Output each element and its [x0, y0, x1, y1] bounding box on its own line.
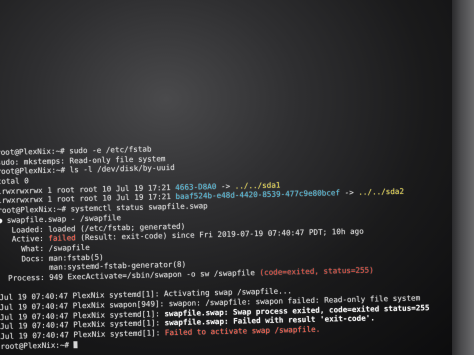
terminal-text: root@PlexNix:~#	[0, 340, 74, 351]
monitor-bezel	[452, 0, 474, 355]
terminal-cursor	[73, 340, 78, 349]
terminal-text: 4663-D8A0	[175, 181, 217, 192]
terminal-text: (code=exited, status=255)	[259, 265, 374, 277]
terminal-text: ->	[339, 188, 359, 198]
terminal-text: total 0	[0, 176, 29, 187]
terminal-output[interactable]: root@PlexNix:~# sudo -e /etc/fstab sudo: …	[0, 137, 470, 351]
terminal-text: ../../sda2	[358, 187, 405, 198]
terminal-text: failed	[48, 233, 76, 244]
terminal-text: ->	[216, 181, 235, 191]
monitor-screen: root@PlexNix:~# sudo -e /etc/fstab sudo: …	[0, 0, 474, 355]
terminal-text: ../../sda1	[234, 180, 281, 191]
terminal-text: Active:	[0, 234, 49, 245]
